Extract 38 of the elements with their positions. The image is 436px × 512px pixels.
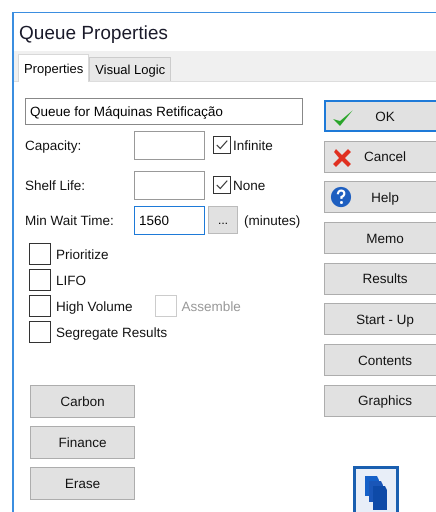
checkbox-label: LIFO	[56, 272, 86, 288]
action-button[interactable]: Start - Up	[324, 303, 436, 336]
tab[interactable]: Properties	[18, 54, 90, 82]
checkbox-label: Segregate Results	[56, 324, 168, 340]
checkbox-label: Assemble	[182, 298, 241, 314]
action-button[interactable]: Graphics	[324, 384, 436, 417]
window-title: Queue Properties	[18, 22, 169, 46]
checkbox-label: High Volume	[56, 298, 133, 314]
field-label: Min Wait Time:	[25, 212, 115, 228]
checkbox[interactable]	[29, 321, 51, 343]
action-button[interactable]: Help	[324, 181, 436, 214]
action-button[interactable]: Cancel	[324, 140, 436, 173]
checkbox[interactable]	[29, 269, 51, 291]
field-label: Shelf Life:	[25, 178, 86, 192]
action-button[interactable]: Memo	[324, 222, 436, 254]
input-field[interactable]	[134, 170, 205, 200]
input-field[interactable]	[134, 130, 205, 160]
name-field[interactable]: Queue for Máquinas Retificação	[25, 98, 303, 125]
checkbox[interactable]	[29, 243, 51, 265]
checkbox[interactable]	[29, 295, 51, 317]
action-button[interactable]: Finance	[30, 426, 135, 459]
pages-icon[interactable]	[353, 466, 399, 512]
checkbox[interactable]	[213, 136, 231, 154]
action-button[interactable]: Carbon	[30, 385, 135, 418]
checkbox-label: Infinite	[233, 138, 273, 152]
checkbox-label: Prioritize	[56, 246, 109, 262]
unit-label: (minutes)	[244, 212, 300, 228]
action-button[interactable]: Contents	[324, 344, 436, 376]
field-label: Capacity:	[25, 138, 82, 152]
action-button[interactable]: Erase	[30, 467, 135, 500]
action-button[interactable]: Results	[324, 262, 436, 295]
action-button[interactable]: OK	[324, 100, 436, 132]
tab[interactable]: Visual Logic	[89, 57, 172, 81]
checkbox-label: None	[233, 178, 266, 192]
help-icon	[330, 186, 352, 208]
checkbox[interactable]	[213, 176, 231, 194]
input-field[interactable]: 1560	[134, 206, 205, 234]
browse-button[interactable]: ...	[208, 206, 238, 234]
